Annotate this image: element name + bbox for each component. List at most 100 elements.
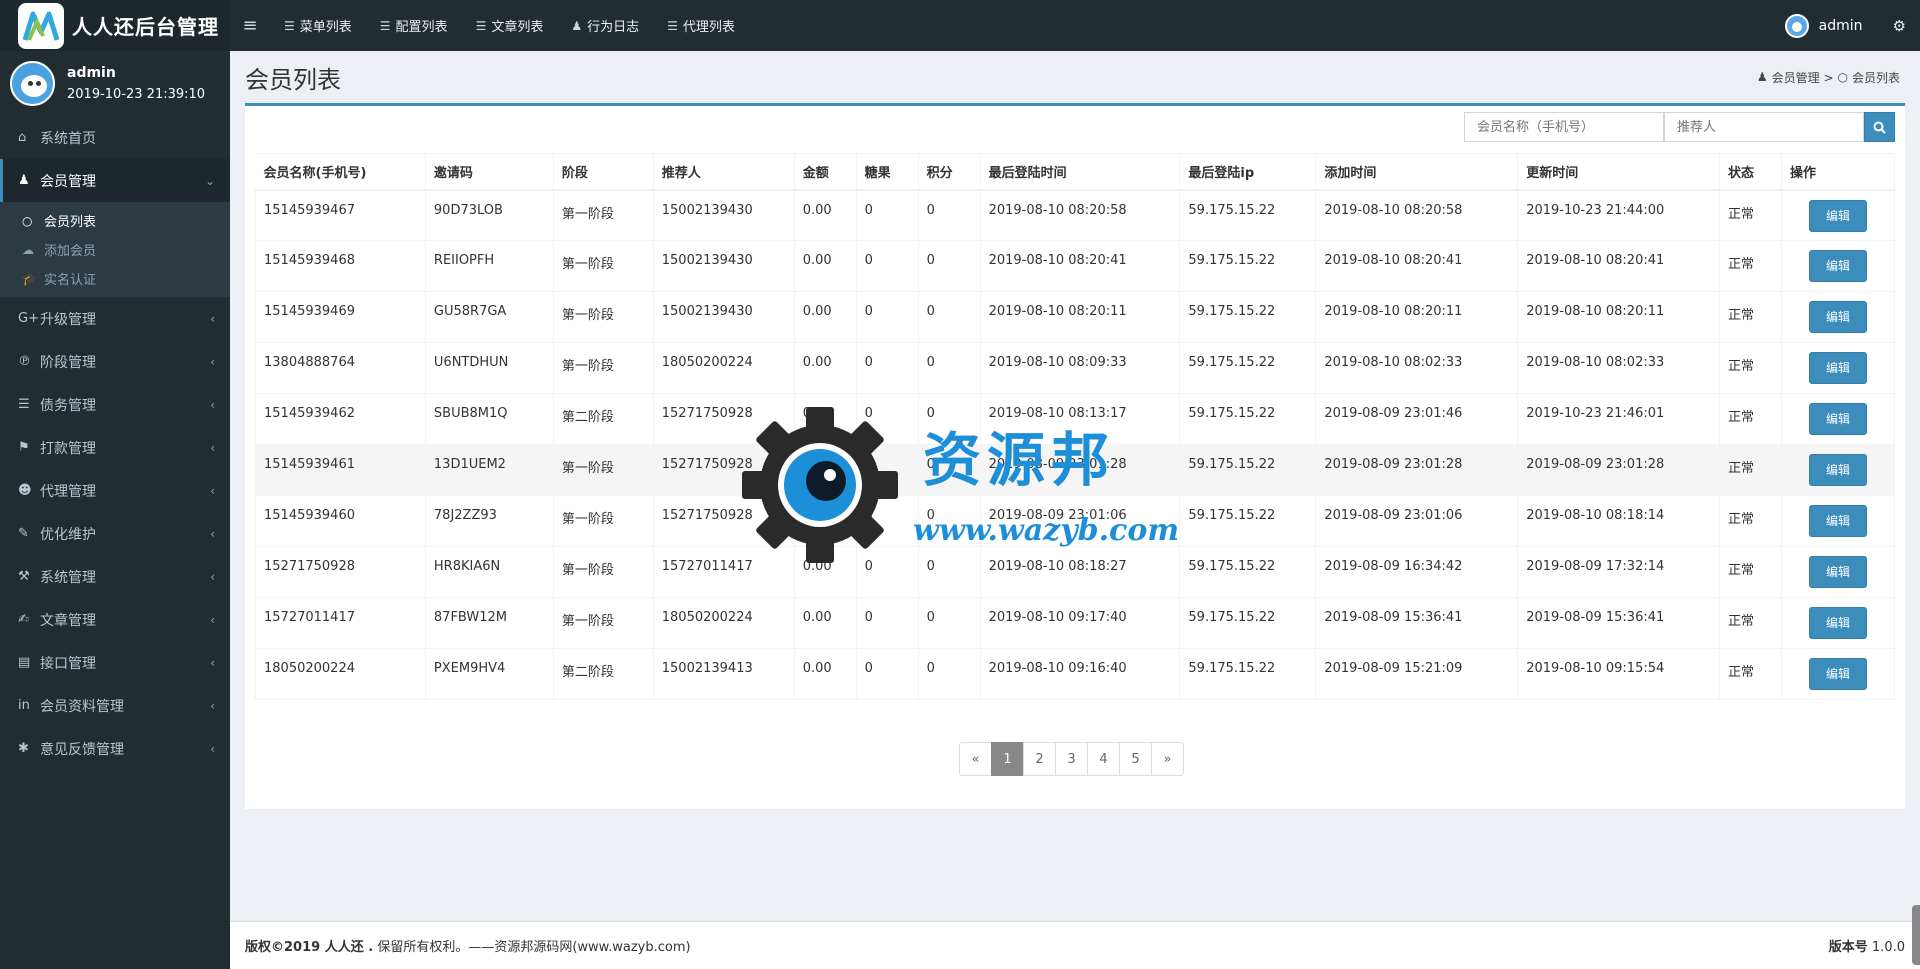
top-navbar: 人人还后台管理 ≡ ☰ 菜单列表 ☰ 配置列表 ☰ 文章列表 ♟ 行为日志 ☰ 代理列表 … xyxy=(0,0,1920,51)
sidebar-item-upgrade[interactable]: G+ 升级管理 ‹ xyxy=(0,297,230,340)
pagination-next[interactable]: » xyxy=(1151,742,1184,776)
member-table: 会员名称(手机号) 邀请码 阶段 推荐人 金额 糖果 积分 最后登陆时间 最后登陆ip 添加时间更… xyxy=(255,153,1896,700)
table-cell: 0 xyxy=(917,597,981,649)
table-cell: 2019-08-09 16:34:42 xyxy=(1315,546,1519,598)
sidebar-item-members[interactable]: ♟ 会员管理 ⌄ xyxy=(0,159,230,202)
table-cell: 0.00 xyxy=(793,342,857,394)
chevron-left-icon: ‹ xyxy=(210,612,215,627)
sidebar-item-stage[interactable]: ℗ 阶段管理 ‹ xyxy=(0,340,230,383)
table-row: 15271750928 HR8KIA6N 第一阶段 15727011417 0.00 0 0… xyxy=(255,546,1896,598)
table-cell: 0 xyxy=(917,546,981,598)
table-cell: 2019-08-10 08:20:58 xyxy=(979,189,1181,241)
pagination-page-1[interactable]: 1 xyxy=(991,742,1024,776)
action-cell: 编辑 xyxy=(1780,189,1896,241)
table-cell: 2019-08-09 23:01:46 xyxy=(1315,393,1519,445)
sidebar-item-api[interactable]: ▤ 接口管理 ‹ xyxy=(0,641,230,684)
username: admin xyxy=(1818,17,1863,34)
user-menu[interactable]: admin xyxy=(1769,13,1879,38)
edit-button[interactable]: 编辑 xyxy=(1808,301,1867,333)
edit-button[interactable]: 编辑 xyxy=(1808,607,1867,639)
sidebar-item-agent[interactable]: ☻ 代理管理 ‹ xyxy=(0,469,230,512)
chevron-left-icon: ‹ xyxy=(210,569,215,584)
circle-icon: ○ xyxy=(22,213,33,228)
pagination-prev[interactable]: « xyxy=(959,742,992,776)
sidebar-toggle-icon[interactable]: ≡ xyxy=(230,15,270,36)
topnav-behavior-log[interactable]: ♟ 行为日志 xyxy=(557,0,653,51)
edit-button[interactable]: 编辑 xyxy=(1808,505,1867,537)
gears-icon[interactable]: ⚙ xyxy=(1879,17,1920,35)
brand[interactable]: 人人还后台管理 xyxy=(0,0,230,51)
table-cell: 2019-08-10 08:20:11 xyxy=(1517,291,1721,343)
column-header: 更新时间 xyxy=(1517,153,1721,191)
sidebar-item-article[interactable]: ✍ 文章管理 ‹ xyxy=(0,598,230,641)
edit-button[interactable]: 编辑 xyxy=(1808,352,1867,384)
breadcrumb-item[interactable]: 会员管理 > xyxy=(1772,69,1834,86)
column-header: 金额 xyxy=(794,153,857,191)
table-row: 15145939462 SBUB8M1Q 第二阶段 15271750928 0.00 0 0… xyxy=(255,393,1896,445)
table-cell: 15002139430 xyxy=(652,291,795,343)
table-cell: 2019-08-09 23:01:06 xyxy=(1315,495,1519,547)
pagination-page-4[interactable]: 4 xyxy=(1087,742,1120,776)
pagination-page-3[interactable]: 3 xyxy=(1055,742,1088,776)
sidebar-subitem-realname[interactable]: 🎓 实名认证 xyxy=(0,264,230,293)
binoculars-icon: ⚑ xyxy=(18,440,30,455)
table-cell: 15002139430 xyxy=(652,189,795,241)
table-cell: 59.175.15.22 xyxy=(1179,546,1317,598)
sidebar-item-payment[interactable]: ⚑ 打款管理 ‹ xyxy=(0,426,230,469)
topnav-article-list[interactable]: ☰ 文章列表 xyxy=(462,0,558,51)
table-cell: 2019-08-10 08:18:14 xyxy=(1517,495,1721,547)
column-header: 推荐人 xyxy=(653,153,795,191)
table-cell: 0 xyxy=(855,342,919,394)
table-cell: 2019-10-23 21:44:00 xyxy=(1517,189,1721,241)
table-cell: 0 xyxy=(855,648,919,700)
table-cell: 78J2ZZ93 xyxy=(424,495,554,547)
table-cell: 0.00 xyxy=(793,546,857,598)
footer-version: 版本号 1.0.0 xyxy=(1828,940,1905,955)
edit-button[interactable]: 编辑 xyxy=(1808,250,1867,282)
pagination-page-5[interactable]: 5 xyxy=(1119,742,1152,776)
edit-button[interactable]: 编辑 xyxy=(1808,403,1867,435)
user-icon: ♟ xyxy=(18,173,30,188)
column-header: 会员名称(手机号) xyxy=(255,153,426,191)
table-cell: 18050200224 xyxy=(652,342,795,394)
sidebar-item-system[interactable]: ⚒ 系统管理 ‹ xyxy=(0,555,230,598)
edit-button[interactable]: 编辑 xyxy=(1808,199,1867,232)
table-row: 18050200224 PXEM9HV4 第二阶段 15002139413 0.00 0 0… xyxy=(255,648,1896,700)
table-cell: 59.175.15.22 xyxy=(1179,240,1317,292)
sidebar-item-optimize[interactable]: ✎ 优化维护 ‹ xyxy=(0,512,230,555)
referrer-search-input[interactable] xyxy=(1664,112,1864,142)
chevron-down-icon: ⌄ xyxy=(204,173,215,188)
column-header: 积分 xyxy=(918,153,981,191)
gavel-icon: ✎ xyxy=(18,526,29,541)
table-cell: 59.175.15.22 xyxy=(1179,393,1317,445)
sidebar-item-feedback[interactable]: ✱ 意见反馈管理 ‹ xyxy=(0,727,230,770)
topnav-menu-list[interactable]: ☰ 菜单列表 xyxy=(270,0,366,51)
table-cell: HR8KIA6N xyxy=(424,546,554,598)
sidebar-item-member-profile[interactable]: in 会员资料管理 ‹ xyxy=(0,684,230,727)
member-name-search-input[interactable] xyxy=(1464,112,1664,142)
action-cell: 编辑 xyxy=(1780,291,1896,343)
table-cell: 0 xyxy=(917,291,981,343)
pagination-page-2[interactable]: 2 xyxy=(1023,742,1056,776)
sidebar-subitem-member-list[interactable]: ○ 会员列表 xyxy=(0,206,230,235)
table-cell: U6NTDHUN xyxy=(424,342,554,394)
table-cell: 正常 xyxy=(1719,189,1782,241)
sidebar-item-home[interactable]: ⌂ 系统首页 xyxy=(0,116,230,159)
table-row: 13804888764 U6NTDHUN 第一阶段 18050200224 0.00 0 0… xyxy=(255,342,1896,394)
table-cell: 2019-08-10 08:20:11 xyxy=(979,291,1181,343)
breadcrumb-item: 会员列表 xyxy=(1851,70,1900,85)
scrollbar[interactable] xyxy=(1912,905,1920,965)
table-cell: 0 xyxy=(855,444,919,496)
edit-button[interactable]: 编辑 xyxy=(1808,556,1867,588)
sidebar-item-debt[interactable]: ☰ 债务管理 ‹ xyxy=(0,383,230,426)
edit-button[interactable]: 编辑 xyxy=(1808,454,1867,486)
table-cell: 0 xyxy=(855,495,919,547)
topnav-agent-list[interactable]: ☰ 代理列表 xyxy=(653,0,749,51)
table-row: 15145939469 GU58R7GA 第一阶段 15002139430 0.00 0 0… xyxy=(255,291,1896,343)
search-button[interactable] xyxy=(1864,112,1895,142)
edit-button[interactable]: 编辑 xyxy=(1808,658,1867,690)
topnav-config-list[interactable]: ☰ 配置列表 xyxy=(366,0,462,51)
table-cell: 15145939467 xyxy=(255,189,426,241)
action-cell: 编辑 xyxy=(1780,546,1896,598)
sidebar-subitem-add-member[interactable]: ☁ 添加会员 xyxy=(0,235,230,264)
